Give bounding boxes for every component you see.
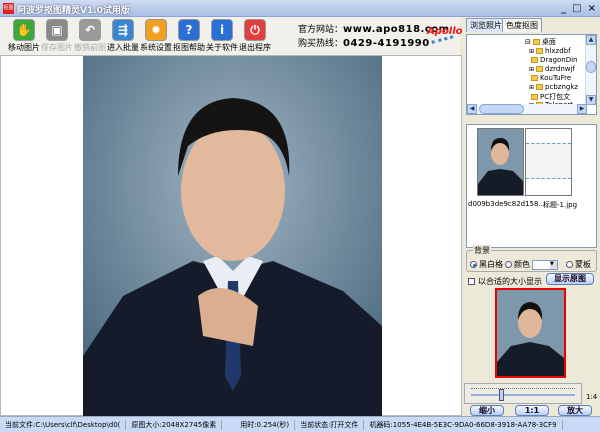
tab-chroma-key[interactable]: 色度抠图 xyxy=(502,18,542,32)
toolbar-button-label: 退出程序 xyxy=(239,43,271,52)
radio-label: 颜色 xyxy=(514,260,530,269)
tab-browse-photos[interactable]: 浏览照片 xyxy=(466,18,506,32)
folder-icon xyxy=(531,75,538,81)
tree-item[interactable]: DragonDin xyxy=(529,56,578,64)
fit-size-checkbox[interactable] xyxy=(468,278,475,285)
batch-icon: ⇶ xyxy=(112,19,134,41)
folder-icon xyxy=(536,84,544,90)
status-size: 原图大小:2048X2745像素 xyxy=(126,419,223,430)
tree-item[interactable]: KouTuFre xyxy=(529,74,571,82)
tree-item-label: KouTuFre xyxy=(540,74,572,82)
radio-checkerboard[interactable] xyxy=(470,261,477,268)
background-label: 背景 xyxy=(473,245,491,256)
zoom-ratio: 1:4 xyxy=(586,393,598,401)
help-icon: ? xyxy=(178,19,200,41)
thumbnail-label: d009b3de9c82d158... xyxy=(468,200,546,208)
toolbar-button-3[interactable]: ⇶ 进入批量 xyxy=(107,19,139,53)
floppy-icon: ▣ xyxy=(46,19,68,41)
actual-size-button[interactable]: 1:1 xyxy=(515,405,549,416)
radio-mask[interactable] xyxy=(566,261,573,268)
tree-root[interactable]: ⊟ 桌面 xyxy=(525,37,556,47)
thumbnail-portrait[interactable] xyxy=(477,128,524,196)
folder-tree[interactable]: ⊟ 桌面 ⊞ hlxzdbf DragonDin ⊞ dzrdnwjf KouTuFre ⊞ p… xyxy=(466,34,597,115)
toolbar-button-5[interactable]: ? 抠图帮助 xyxy=(173,19,205,53)
radio-label: 蒙板 xyxy=(575,260,591,269)
zoom-in-button[interactable]: 放大 xyxy=(558,405,592,416)
gear-icon: ✹ xyxy=(145,19,167,41)
tree-item[interactable]: ⊞ hlxzdbf xyxy=(529,47,571,55)
site-label: 官方网站： xyxy=(298,25,344,35)
window-title: 阿波罗抠图精灵V1.0试用版 xyxy=(17,6,130,16)
undo-icon: ↶ xyxy=(79,19,101,41)
zoom-out-button[interactable]: 缩小 xyxy=(470,405,504,416)
status-file: 当前文件:C:\Users\clf\Desktop\d0( xyxy=(0,419,127,430)
status-time: 用时:0.254(秒) xyxy=(222,419,296,430)
thumbnail-screenshot[interactable] xyxy=(525,128,572,196)
maximize-button[interactable]: □ xyxy=(572,3,581,14)
tree-item-label: dzrdnwjf xyxy=(545,65,575,73)
zoom-slider[interactable] xyxy=(464,383,582,404)
zoom-slider-thumb[interactable] xyxy=(499,389,505,401)
fit-size-label: 以合适的大小显示 xyxy=(478,277,542,286)
folder-icon xyxy=(531,57,538,63)
tree-item-label: pcbzngkz xyxy=(545,83,579,91)
image-canvas[interactable] xyxy=(0,55,462,416)
color-picker[interactable]: ▼ xyxy=(532,259,558,270)
toolbar-button-7[interactable]: ⏻ 退出程序 xyxy=(239,19,271,53)
close-button[interactable]: × xyxy=(588,3,596,14)
tree-horizontal-scrollbar[interactable]: ◀ ▶ xyxy=(467,104,587,114)
right-panel: 浏览照片 色度抠图 ⊟ 桌面 ⊞ hlxzdbf DragonDin ⊞ dzrdnwjf… xyxy=(462,17,600,416)
show-original-button[interactable]: 显示原图 xyxy=(546,273,594,285)
app-icon: 抠图 xyxy=(3,3,14,14)
toolbar-button-4[interactable]: ✹ 系统设置 xyxy=(140,19,172,53)
toolbar-button-0[interactable]: ✋ 移动图片 xyxy=(8,19,40,53)
portrait-photo xyxy=(83,56,382,416)
status-bar: 当前文件:C:\Users\clf\Desktop\d0( 原图大小:2048X… xyxy=(0,416,600,432)
thumbnail-list: d009b3de9c82d158... 标题-1.jpg xyxy=(466,124,597,248)
tree-item[interactable]: ⊞ dzrdnwjf xyxy=(529,65,575,73)
tree-vertical-scrollbar[interactable]: ▲ ▼ xyxy=(585,35,596,105)
apollo-logo: Apollo xyxy=(427,26,463,37)
power-icon: ⏻ xyxy=(244,19,266,41)
phone-label: 购买热线： xyxy=(298,39,344,49)
radio-color[interactable] xyxy=(505,261,512,268)
status-state: 当前状态:打开文件 xyxy=(295,419,365,430)
phone-number: 0429-4191990 xyxy=(343,38,430,49)
preview-image xyxy=(495,288,566,378)
toolbar-button-1[interactable]: ▣ 保存图片 xyxy=(41,19,73,53)
minimize-button[interactable]: _ xyxy=(561,3,566,14)
folder-icon xyxy=(531,94,538,100)
status-machine-code: 机器码:1055-4E4B-5E3C-9DA0-66D8-3918-AA78-3… xyxy=(364,419,563,430)
tree-item-label: hlxzdbf xyxy=(545,47,571,55)
radio-label: 黑白格 xyxy=(479,260,503,269)
title-bar: 抠图 阿波罗抠图精灵V1.0试用版 _ □ × xyxy=(0,0,600,17)
toolbar-button-2[interactable]: ↶ 撤销前图 xyxy=(74,19,106,53)
hand-icon: ✋ xyxy=(13,19,35,41)
toolbar-button-6[interactable]: i 关于软件 xyxy=(206,19,238,53)
tree-item[interactable]: ⊞ pcbzngkz xyxy=(529,83,578,91)
info-icon: i xyxy=(211,19,233,41)
folder-icon xyxy=(536,66,544,72)
thumbnail-label: 标题-1.jpg xyxy=(543,201,578,209)
background-group: 背景 黑白格 颜色 ▼ 蒙板 xyxy=(466,245,597,272)
tree-item-label: DragonDin xyxy=(540,56,578,64)
folder-icon xyxy=(536,48,544,54)
